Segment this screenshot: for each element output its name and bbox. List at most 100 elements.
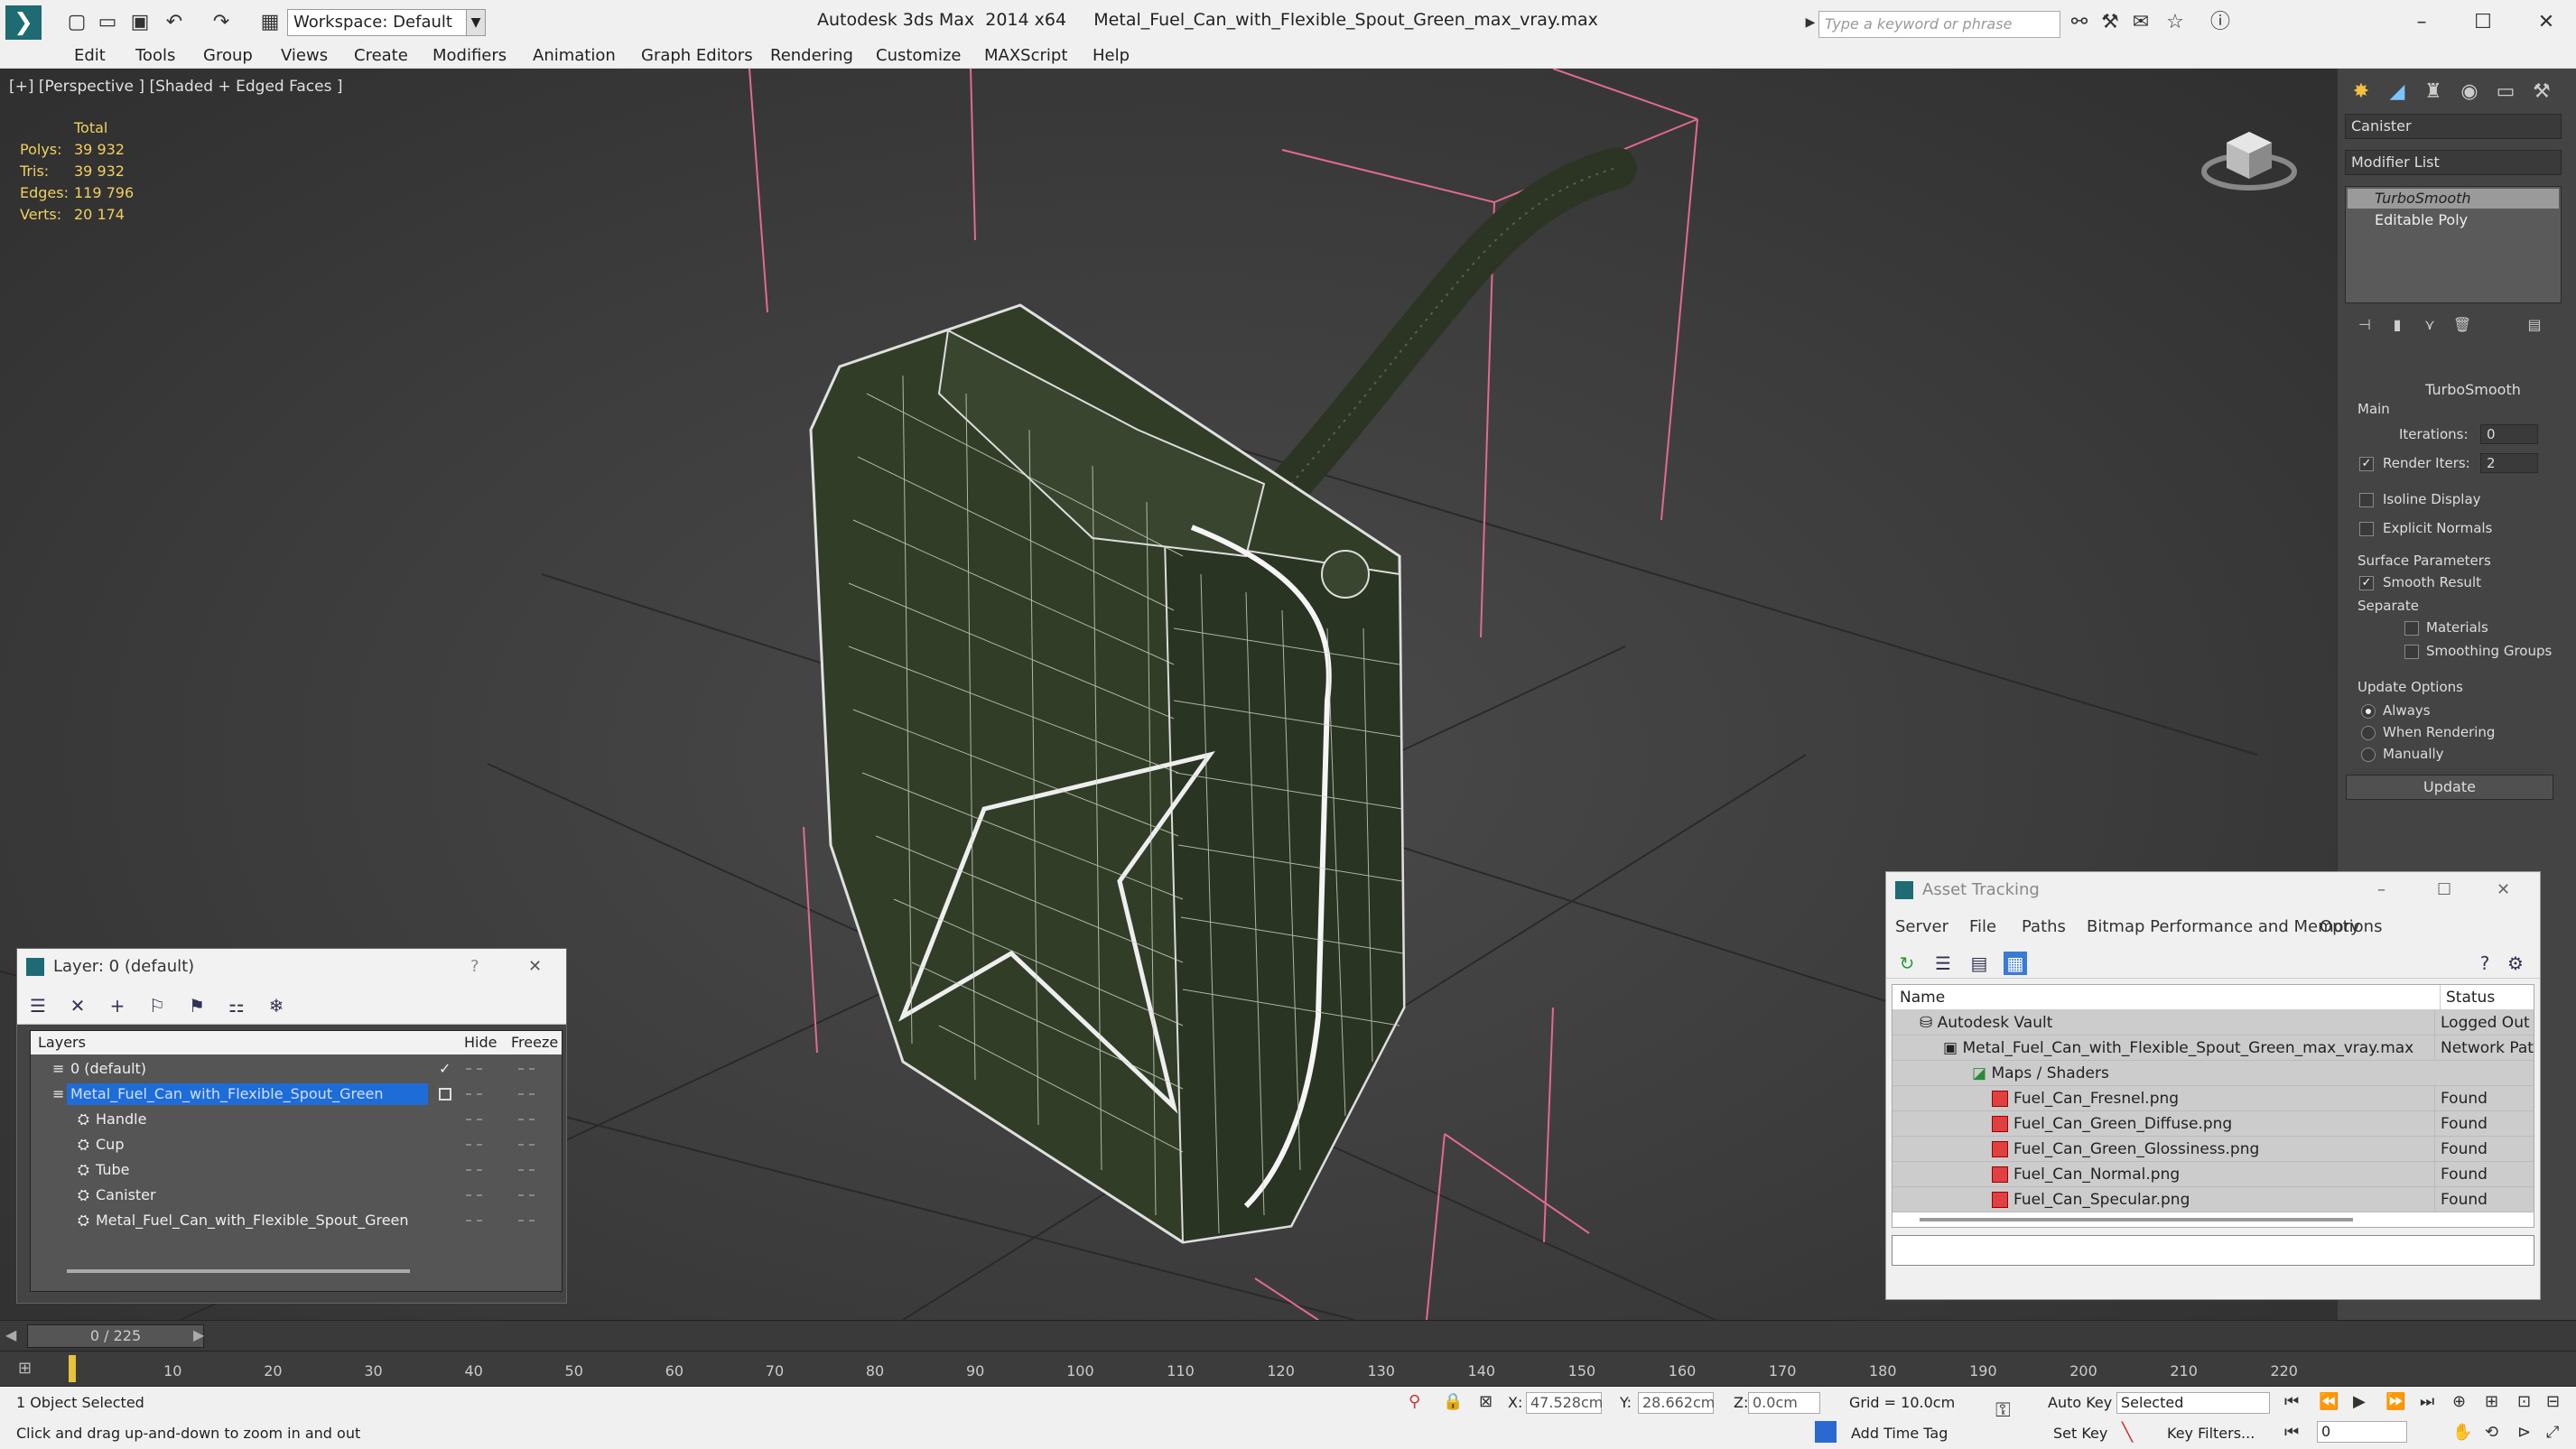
create-tab-icon[interactable]: ✸ <box>2345 76 2377 108</box>
redo-icon[interactable]: ↷ <box>209 11 233 34</box>
smooth-result-checkbox[interactable]: ✓ <box>2359 576 2374 590</box>
time-slider-next-icon[interactable]: ▶ <box>193 1326 204 1343</box>
asset-path-input[interactable] <box>1892 1235 2534 1266</box>
hide-toggle[interactable] <box>466 1119 482 1120</box>
favorites-star-icon[interactable]: ☆ <box>2163 11 2187 34</box>
freeze-toggle[interactable] <box>518 1169 535 1171</box>
asset-menu-file[interactable]: File <box>1969 917 1996 936</box>
manually-radio[interactable] <box>2361 748 2376 762</box>
menu-edit[interactable]: Edit <box>74 46 106 65</box>
asset-row-fresnel[interactable]: Fuel_Can_Fresnel.png Found <box>1892 1086 2534 1111</box>
asset-list-scrollbar[interactable] <box>1920 1218 2353 1221</box>
communication-icon[interactable]: ✉ <box>2129 11 2153 34</box>
layer-row-cup[interactable]: ⛭ Cup <box>31 1132 562 1157</box>
layer-row-metal-fuel-can[interactable]: ≡ Metal_Fuel_Can_with_Flexible_Spout_Gre… <box>31 1082 562 1107</box>
rollout-title[interactable]: TurboSmooth <box>2401 381 2545 398</box>
next-frame-icon[interactable]: ⏩ <box>2385 1392 2405 1411</box>
close-button[interactable]: ✕ <box>2528 7 2564 38</box>
show-end-result-icon[interactable]: ▮ <box>2381 309 2413 341</box>
render-iters-spinner[interactable]: 2 <box>2480 453 2538 473</box>
asset-row-specular[interactable]: Fuel_Can_Specular.png Found <box>1892 1187 2534 1212</box>
layer-row-handle[interactable]: ⛭ Handle <box>31 1107 562 1132</box>
y-coord-field[interactable]: 28.662cm <box>1638 1392 1715 1414</box>
menu-customize[interactable]: Customize <box>876 46 961 65</box>
search-input[interactable]: Type a keyword or phrase <box>1818 11 2060 38</box>
track-bar-menu-icon[interactable]: ⊞ <box>18 1359 32 1378</box>
save-file-icon[interactable]: ▣ <box>128 11 152 34</box>
layer-row-tube[interactable]: ⛭ Tube <box>31 1157 562 1183</box>
asset-row-vault[interactable]: ⛁ Autodesk Vault Logged Out ... <box>1892 1010 2534 1036</box>
freeze-toggle[interactable] <box>518 1068 535 1070</box>
workspace-select[interactable]: Workspace: Default <box>287 9 477 36</box>
hide-toggle[interactable] <box>466 1068 482 1070</box>
freeze-toggle[interactable] <box>518 1194 535 1196</box>
binoculars-icon[interactable]: ⚯ <box>2068 11 2091 34</box>
app-logo-icon[interactable]: ❯ <box>5 5 42 40</box>
field-of-view-icon[interactable]: ⊳ <box>2517 1423 2531 1442</box>
zoom-icon[interactable]: ⊕ <box>2452 1392 2466 1411</box>
time-slider[interactable]: ◀ 0 / 225 ▶ <box>0 1320 2576 1351</box>
workspace-dropdown-icon[interactable]: ▼ <box>466 9 486 36</box>
modifier-list-dropdown[interactable]: Modifier List <box>2345 150 2562 175</box>
render-iters-checkbox[interactable]: ✓ <box>2359 457 2374 471</box>
layer-panel-close-icon[interactable]: ✕ <box>528 949 542 985</box>
orbit-icon[interactable]: ⟲ <box>2485 1423 2498 1442</box>
layer-delete-icon[interactable]: ✕ <box>66 994 89 1017</box>
key-mode-toggle-icon[interactable]: ⏮ <box>2284 1423 2299 1442</box>
pin-stack-icon[interactable]: ⊣ <box>2348 309 2381 341</box>
add-time-tag-label[interactable]: Add Time Tag <box>1851 1425 1948 1442</box>
layers-column-header[interactable]: Layers <box>38 1031 86 1054</box>
time-slider-prev-icon[interactable]: ◀ <box>5 1326 16 1343</box>
materials-checkbox[interactable] <box>2404 621 2419 636</box>
utilities-tab-icon[interactable]: ⚒ <box>2525 76 2558 108</box>
name-column-header[interactable]: Name <box>1900 985 1945 1010</box>
play-icon[interactable]: ▶ <box>2353 1392 2366 1411</box>
layer-freeze-all-icon[interactable]: ❄ <box>265 994 288 1017</box>
absolute-mode-icon[interactable]: ⊠ <box>1479 1392 1493 1411</box>
asset-row-maps-shaders[interactable]: ◪ Maps / Shaders <box>1892 1061 2534 1086</box>
layer-panel-help-icon[interactable]: ? <box>470 949 479 985</box>
modify-tab-icon[interactable]: ◢ <box>2381 76 2413 108</box>
hide-toggle[interactable] <box>466 1220 482 1221</box>
modifier-stack[interactable]: TurboSmooth Editable Poly <box>2345 186 2562 303</box>
asset-menu-options[interactable]: Options <box>2320 917 2382 936</box>
previous-frame-icon[interactable]: ⏪ <box>2319 1392 2339 1411</box>
go-to-start-icon[interactable]: ⏮ <box>2284 1392 2299 1411</box>
hide-toggle[interactable] <box>466 1194 482 1196</box>
current-frame-field[interactable]: 0 <box>2317 1421 2407 1443</box>
zoom-all-icon[interactable]: ⊞ <box>2485 1392 2498 1411</box>
hide-toggle[interactable] <box>466 1169 482 1171</box>
menu-animation[interactable]: Animation <box>533 46 616 65</box>
smoothing-groups-checkbox[interactable] <box>2404 645 2419 659</box>
asset-menu-paths[interactable]: Paths <box>2022 917 2066 936</box>
menu-views[interactable]: Views <box>281 46 328 65</box>
set-key-button[interactable]: Set Key <box>2053 1425 2107 1442</box>
current-frame-marker[interactable] <box>69 1355 76 1382</box>
help-icon[interactable]: ⓘ <box>2209 11 2232 34</box>
menu-rendering[interactable]: Rendering <box>770 46 853 65</box>
always-radio[interactable] <box>2361 704 2376 719</box>
time-slider-thumb[interactable]: 0 / 225 <box>27 1324 204 1348</box>
freeze-toggle[interactable] <box>518 1220 535 1221</box>
maximize-viewport-icon[interactable]: ⤢ <box>2546 1423 2559 1442</box>
layer-add-icon[interactable]: + <box>106 994 129 1017</box>
selection-lock-icon[interactable]: 🔒 <box>1443 1392 1463 1411</box>
remove-modifier-icon[interactable]: 🗑 <box>2446 309 2478 341</box>
table-view-icon[interactable]: ▦ <box>2004 952 2027 975</box>
menu-maxscript[interactable]: MAXScript <box>984 46 1067 65</box>
z-coord-field[interactable]: 0.0cm <box>1748 1392 1820 1414</box>
asset-help-icon[interactable]: ? <box>2473 952 2497 975</box>
freeze-column-header[interactable]: Freeze <box>511 1031 558 1054</box>
open-file-icon[interactable]: ▭ <box>96 11 119 34</box>
stack-item-editable-poly[interactable]: Editable Poly <box>2348 210 2559 230</box>
asset-row-glossiness[interactable]: Fuel_Can_Green_Glossiness.png Found <box>1892 1137 2534 1162</box>
go-to-end-icon[interactable]: ⏭ <box>2420 1392 2434 1411</box>
tree-view-icon[interactable]: ▤ <box>1967 952 1991 975</box>
asset-menu-server[interactable]: Server <box>1895 917 1948 936</box>
explicit-normals-checkbox[interactable] <box>2359 522 2374 536</box>
display-tab-icon[interactable]: ▭ <box>2489 76 2522 108</box>
object-name-field[interactable]: Canister <box>2345 114 2562 139</box>
zoom-region-icon[interactable]: ⊟ <box>2546 1392 2560 1411</box>
zoom-extents-icon[interactable]: ⊡ <box>2517 1392 2531 1411</box>
menu-help[interactable]: Help <box>1093 46 1130 65</box>
